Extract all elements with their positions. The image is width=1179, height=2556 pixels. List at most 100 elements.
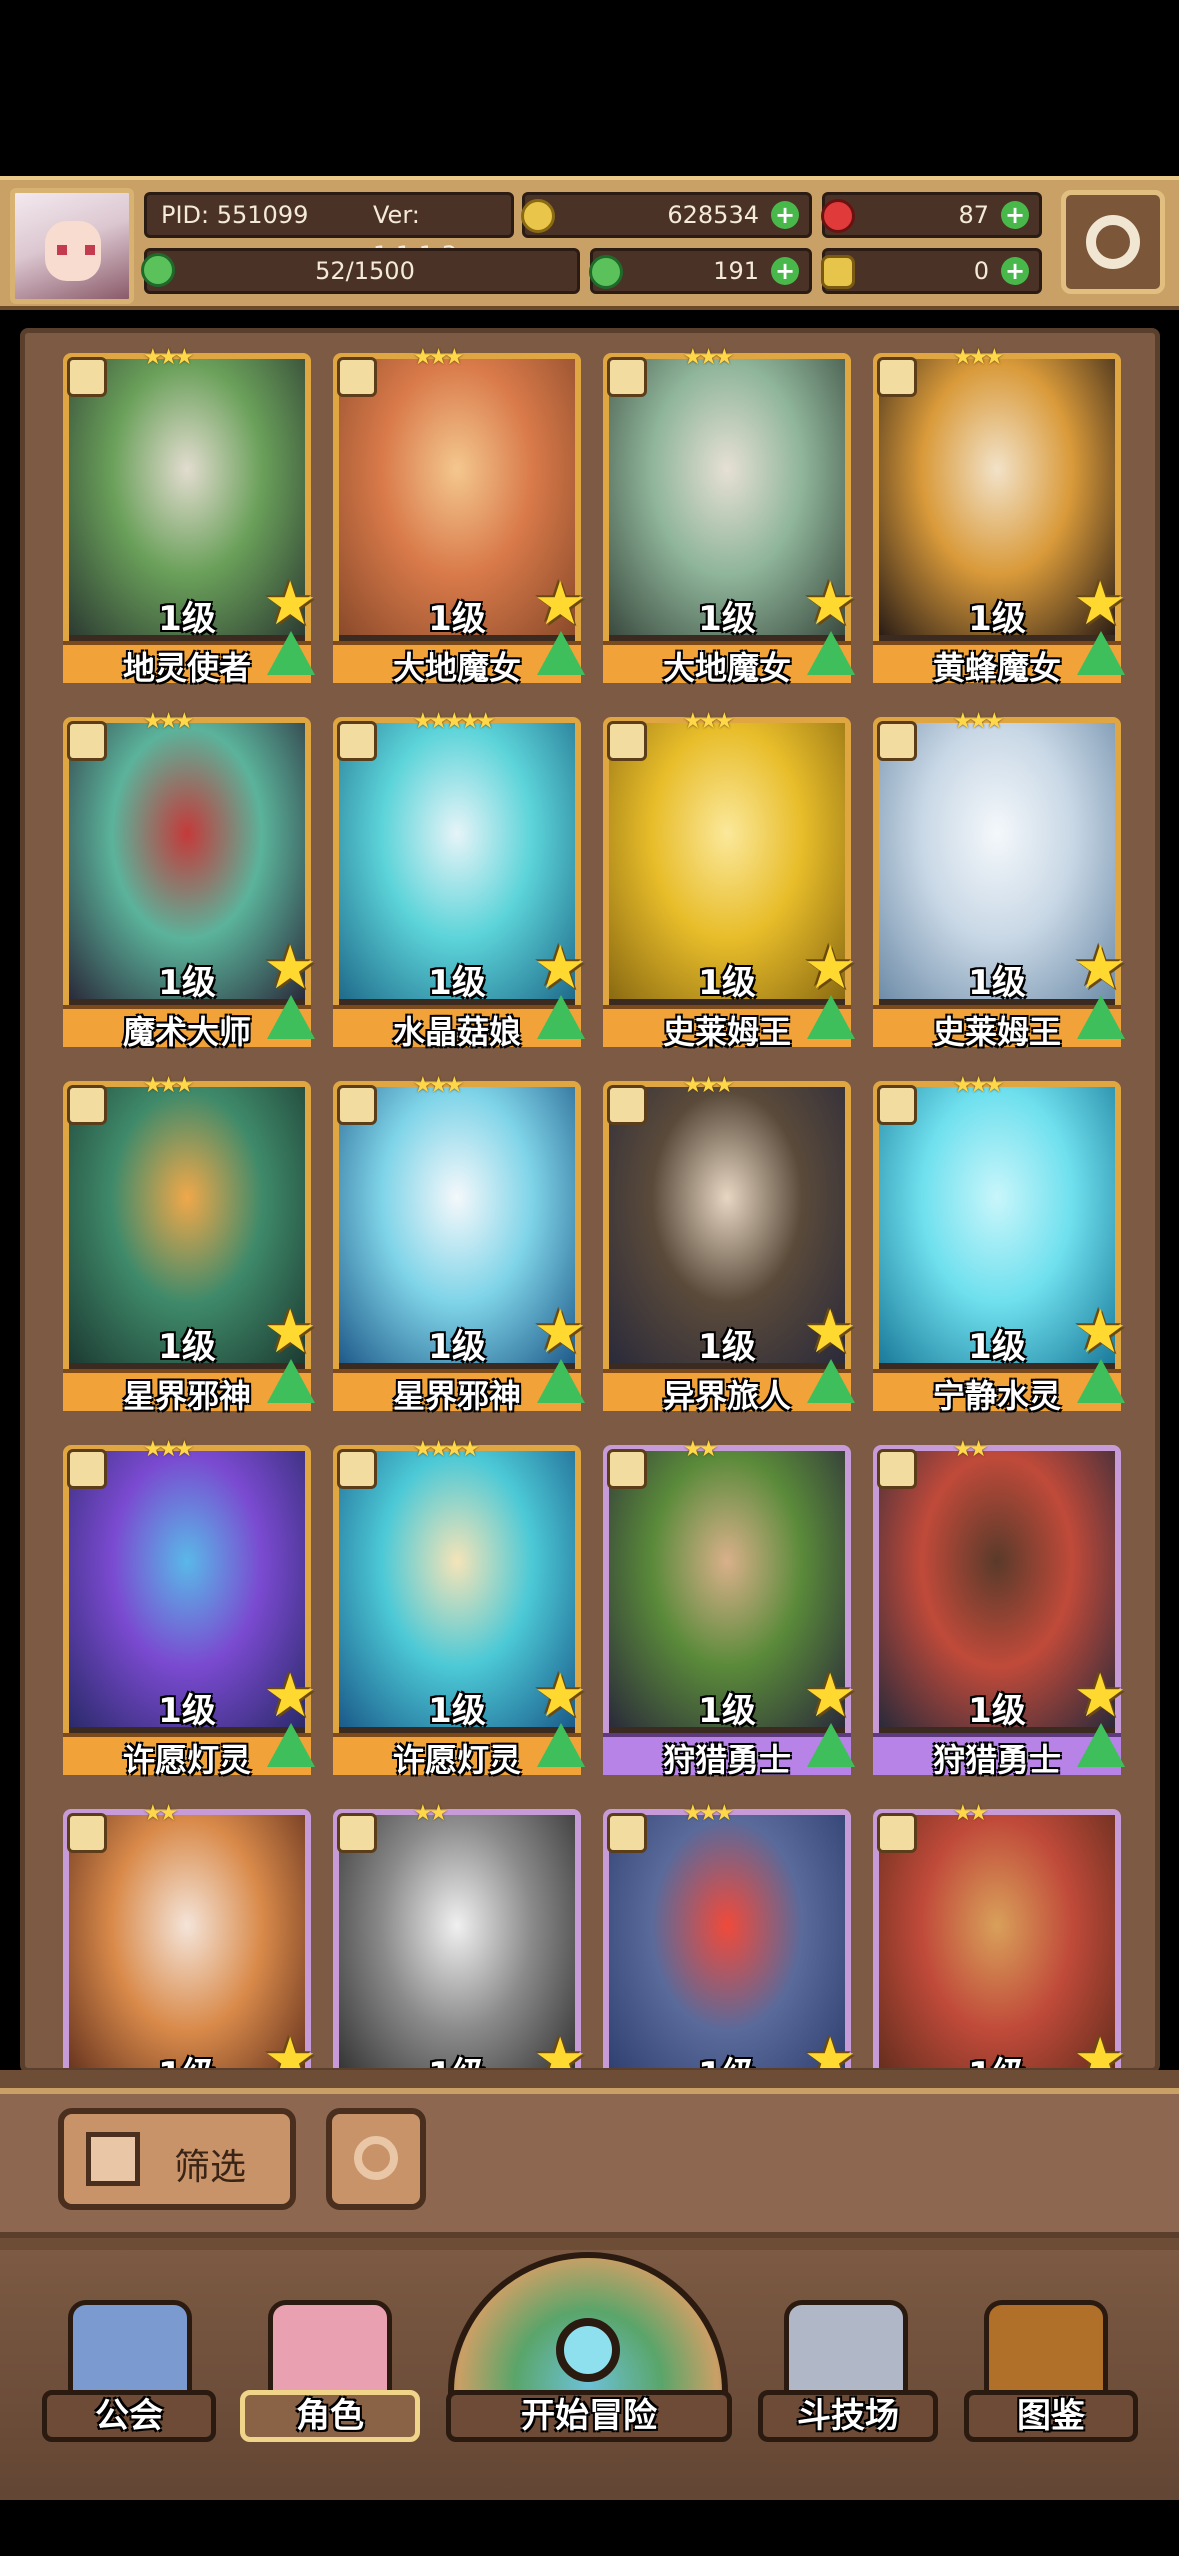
pid-text: PID: 551099 <box>161 201 309 229</box>
star-icon: ★ <box>533 933 587 1003</box>
star-icon: ★ <box>1073 2025 1127 2073</box>
class-icon <box>337 357 377 397</box>
swords-icon[interactable] <box>784 2300 908 2400</box>
rarity-stars: ★★ <box>683 1437 719 1462</box>
character-card[interactable]: ★★★ 1级 地灵使者 ★ <box>63 345 317 687</box>
rarity-stars: ★★ <box>953 1801 989 1826</box>
class-icon <box>67 1813 107 1853</box>
character-card[interactable]: ★★ 1级 狩猎勇士 ★ <box>873 1437 1127 1779</box>
gear-icon <box>1086 215 1140 269</box>
refresh-icon <box>354 2136 398 2180</box>
character-icon[interactable] <box>268 2300 392 2400</box>
upgrade-arrow-icon <box>807 631 855 675</box>
character-card[interactable]: ★★★★ 1级 许愿灯灵 ★ <box>333 1437 587 1779</box>
star-icon: ★ <box>263 1297 317 1367</box>
character-card[interactable]: ★★★ 1级 大地魔女 ★ <box>603 345 857 687</box>
character-card[interactable]: ★★1级★ <box>333 1801 587 2068</box>
nav-guild[interactable]: 公会 <box>42 2390 216 2442</box>
upgrade-arrow-icon <box>1077 631 1125 675</box>
class-icon <box>337 1449 377 1489</box>
class-icon <box>337 721 377 761</box>
character-card[interactable]: ★★1级★ <box>63 1801 317 2068</box>
star-icon: ★ <box>1073 933 1127 1003</box>
character-card[interactable]: ★★★★★ 1级 水晶菇娘 ★ <box>333 709 587 1051</box>
rarity-stars: ★★★ <box>143 709 194 734</box>
character-list-panel[interactable]: ★★★ 1级 地灵使者 ★ ★★★ 1级 大地魔女 ★ ★★★ 1级 大地魔女 ★ ★★★ 1级 黄蜂魔女 ★… <box>20 328 1160 2073</box>
star-icon: ★ <box>263 1661 317 1731</box>
class-icon <box>607 1085 647 1125</box>
clover-bar: 191 + <box>589 248 812 294</box>
add-gold-button[interactable]: + <box>771 201 799 229</box>
class-icon <box>67 357 107 397</box>
grid-icon <box>86 2132 140 2186</box>
upgrade-arrow-icon <box>1077 1359 1125 1403</box>
rarity-stars: ★★★ <box>683 709 734 734</box>
character-card[interactable]: ★★★ 1级 异界旅人 ★ <box>603 1073 857 1415</box>
class-icon <box>877 1085 917 1125</box>
rarity-stars: ★★★ <box>953 709 1004 734</box>
upgrade-arrow-icon <box>267 995 315 1039</box>
star-icon: ★ <box>263 933 317 1003</box>
character-card[interactable]: ★★★1级★ <box>603 1801 857 2068</box>
rarity-stars: ★★ <box>953 1437 989 1462</box>
stamina-bar: 52/1500 <box>141 248 580 294</box>
rarity-stars: ★★ <box>413 1801 449 1826</box>
rarity-stars: ★★★ <box>953 1073 1004 1098</box>
add-clover-button[interactable]: + <box>771 257 799 285</box>
star-icon: ★ <box>263 2025 317 2073</box>
settings-button[interactable] <box>1061 190 1165 294</box>
upgrade-arrow-icon <box>1077 995 1125 1039</box>
add-gem-button[interactable]: + <box>1001 201 1029 229</box>
nav-character[interactable]: 角色 <box>240 2390 420 2442</box>
class-icon <box>337 1085 377 1125</box>
upgrade-arrow-icon <box>267 1723 315 1767</box>
book-icon[interactable] <box>984 2300 1108 2400</box>
nav-codex[interactable]: 图鉴 <box>964 2390 1138 2442</box>
upgrade-arrow-icon <box>537 631 585 675</box>
character-card[interactable]: ★★★ 1级 星界邪神 ★ <box>63 1073 317 1415</box>
nav-adventure[interactable]: 开始冒险 <box>446 2390 732 2442</box>
character-card[interactable]: ★★★ 1级 魔术大师 ★ <box>63 709 317 1051</box>
character-card[interactable]: ★★★ 1级 许愿灯灵 ★ <box>63 1437 317 1779</box>
home-indicator-area <box>0 2500 1179 2556</box>
character-card[interactable]: ★★★ 1级 星界邪神 ★ <box>333 1073 587 1415</box>
filter-label: 筛选 <box>174 2147 247 2188</box>
class-icon <box>607 721 647 761</box>
upgrade-arrow-icon <box>807 1359 855 1403</box>
rarity-stars: ★★★ <box>143 1437 194 1462</box>
character-card[interactable]: ★★★ 1级 宁静水灵 ★ <box>873 1073 1127 1415</box>
class-icon <box>607 1449 647 1489</box>
add-key-button[interactable]: + <box>1001 257 1029 285</box>
character-card[interactable]: ★★★ 1级 黄蜂魔女 ★ <box>873 345 1127 687</box>
guild-building-icon[interactable] <box>68 2300 192 2400</box>
nav-arena[interactable]: 斗技场 <box>758 2390 938 2442</box>
filter-button[interactable]: 筛选 <box>58 2108 296 2210</box>
class-icon <box>67 721 107 761</box>
character-card[interactable]: ★★★ 1级 大地魔女 ★ <box>333 345 587 687</box>
rarity-stars: ★★★ <box>143 1073 194 1098</box>
refresh-button[interactable] <box>326 2108 426 2210</box>
star-icon: ★ <box>803 933 857 1003</box>
class-icon <box>67 1085 107 1125</box>
rarity-stars: ★★★★★ <box>413 709 496 734</box>
character-card[interactable]: ★★★ 1级 史莱姆王 ★ <box>873 709 1127 1051</box>
player-avatar[interactable] <box>10 188 134 304</box>
pid-bar: PID: 551099 Ver: 1.1.1.3 <box>144 192 514 269</box>
class-icon <box>337 1813 377 1853</box>
character-card[interactable]: ★★1级★ <box>873 1801 1127 2068</box>
star-icon: ★ <box>1073 1297 1127 1367</box>
gold-bar: 628534 + <box>521 192 812 238</box>
star-icon: ★ <box>803 2025 857 2073</box>
gold-coin-icon <box>521 199 555 233</box>
upgrade-arrow-icon <box>1077 1723 1125 1767</box>
character-card[interactable]: ★★★ 1级 史莱姆王 ★ <box>603 709 857 1051</box>
rarity-stars: ★★★ <box>413 345 464 370</box>
class-icon <box>877 721 917 761</box>
star-icon: ★ <box>533 569 587 639</box>
class-icon <box>67 1449 107 1489</box>
upgrade-arrow-icon <box>537 1723 585 1767</box>
rarity-stars: ★★★ <box>683 1073 734 1098</box>
clover-icon <box>589 255 623 289</box>
rarity-stars: ★★★ <box>953 345 1004 370</box>
character-card[interactable]: ★★ 1级 狩猎勇士 ★ <box>603 1437 857 1779</box>
